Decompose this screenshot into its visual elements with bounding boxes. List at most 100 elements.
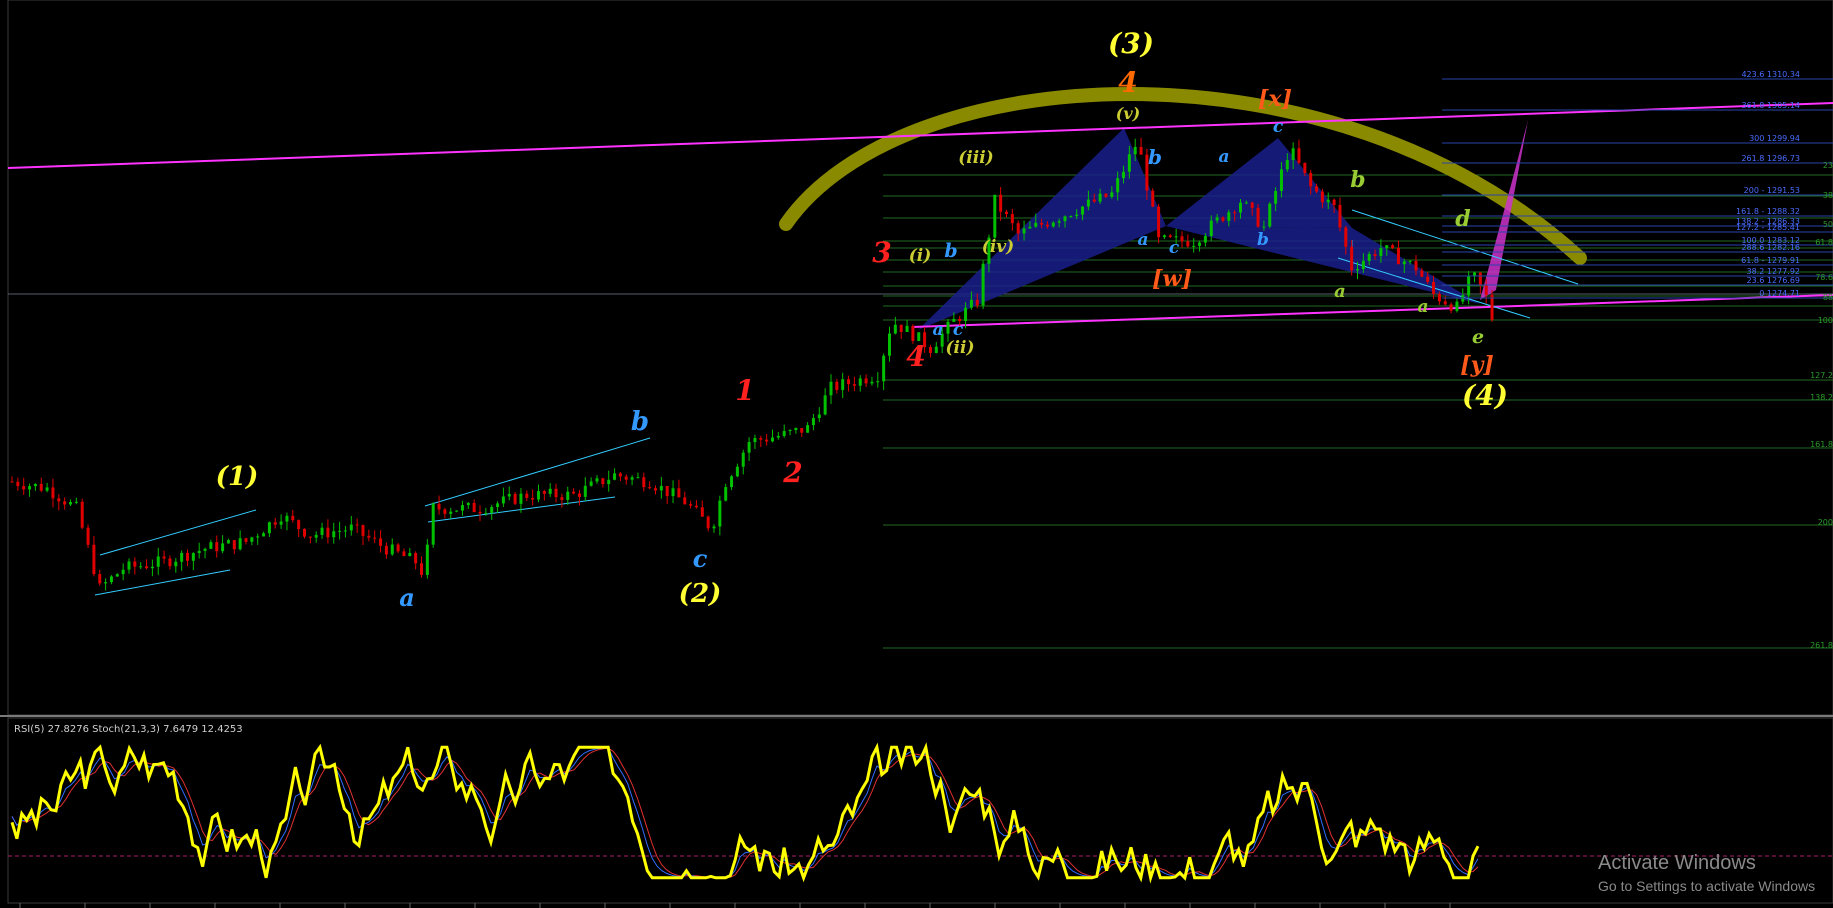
candle-body	[964, 307, 968, 322]
candle-body	[1022, 228, 1026, 234]
candle-body	[589, 481, 593, 486]
candle-body	[712, 526, 716, 529]
candle-body	[888, 333, 891, 356]
candle-body	[1040, 222, 1044, 225]
candle-body	[127, 561, 131, 570]
candle-body	[1244, 202, 1248, 204]
indicator-pane[interactable]	[7, 717, 1833, 904]
candle-body	[209, 542, 213, 549]
candle-body	[1356, 269, 1359, 271]
candle-body	[244, 538, 248, 542]
wave-label: (ii)	[945, 338, 974, 358]
wave-label: b	[1350, 167, 1365, 193]
candle-body	[379, 538, 383, 546]
wave-label: 2	[782, 456, 802, 489]
candle-body	[22, 486, 26, 490]
candle-body	[800, 428, 804, 433]
candle-body	[893, 324, 897, 334]
candle-body	[1297, 148, 1301, 163]
candle-body	[332, 531, 336, 538]
candle-body	[595, 478, 599, 482]
candle-body	[191, 553, 195, 561]
candle-body	[1274, 190, 1278, 204]
candle-body	[1098, 193, 1102, 202]
wave-label: (3)	[1108, 27, 1154, 60]
fib-label: 161.8 - 1288.32	[1736, 207, 1800, 216]
candle-body	[51, 487, 55, 499]
candle-body	[1437, 293, 1441, 302]
candle-body	[57, 498, 61, 502]
candle-body	[630, 477, 634, 480]
edge-label: 78.6	[1815, 273, 1833, 282]
edge-label: 127.2	[1810, 371, 1833, 380]
edge-label: 61.8	[1815, 238, 1833, 247]
candle-body	[484, 512, 488, 514]
fib-label: 300 1299.94	[1749, 134, 1800, 143]
wave-label: (iii)	[958, 148, 993, 168]
candle-body	[478, 512, 482, 514]
candle-body	[1075, 214, 1079, 217]
wave-label: 1	[735, 374, 754, 407]
candle-body	[583, 485, 587, 497]
fib-label: 127.2 - 1285.41	[1736, 223, 1800, 232]
candle-body	[69, 502, 72, 505]
candle-body	[320, 527, 324, 535]
wave-label: a	[1417, 297, 1428, 317]
wave-label: [y]	[1460, 352, 1494, 378]
candle-body	[98, 574, 102, 584]
candle-body	[607, 479, 611, 485]
candle-body	[560, 497, 564, 500]
candle-body	[501, 496, 505, 504]
candle-body	[671, 488, 675, 497]
candle-body	[361, 525, 365, 536]
candle-body	[437, 503, 441, 510]
candle-body	[1063, 216, 1067, 222]
candle-body	[975, 299, 979, 306]
candle-body	[168, 558, 172, 567]
wave-label: (iv)	[982, 237, 1014, 257]
candle-body	[33, 483, 37, 487]
candle-body	[1402, 261, 1406, 265]
candle-body	[759, 438, 763, 440]
candle-body	[1449, 304, 1453, 311]
candle-body	[355, 524, 359, 526]
wave-label: 3	[872, 236, 891, 269]
candle-body	[788, 430, 792, 432]
candle-body	[420, 563, 423, 575]
candle-body	[683, 497, 687, 505]
candle-body	[1081, 206, 1085, 215]
candle-body	[496, 503, 500, 508]
candle-body	[92, 544, 96, 575]
candle-body	[28, 486, 32, 490]
candle-body	[1233, 212, 1237, 214]
wave-label: b	[944, 240, 957, 262]
candle-body	[613, 473, 617, 480]
fib-label: 0 1274.71	[1759, 289, 1800, 298]
candle-body	[115, 574, 119, 577]
candle-body	[466, 502, 470, 506]
candle-body	[16, 481, 20, 487]
wave-label: a	[399, 583, 415, 612]
candle-body	[706, 516, 710, 529]
candle-body	[490, 507, 494, 513]
candle-body	[806, 425, 810, 433]
chart-canvas[interactable]: 423.6 1310.34361.8 1305.14300 1299.94261…	[0, 0, 1833, 908]
candle-body	[858, 378, 862, 386]
candle-body	[1338, 204, 1342, 228]
candle-body	[911, 325, 915, 341]
candle-body	[718, 500, 722, 527]
candle-body	[297, 520, 301, 529]
candle-body	[1367, 254, 1371, 261]
candle-body	[104, 582, 108, 584]
candle-body	[221, 543, 225, 552]
time-axis	[19, 903, 1451, 908]
candle-body	[513, 493, 517, 504]
candle-body	[1086, 199, 1090, 207]
wave-label: c	[953, 320, 964, 340]
candle-body	[384, 545, 388, 555]
wave-label: [w]	[1152, 266, 1192, 292]
fib-label: 38.2 1277.92	[1747, 267, 1800, 276]
candle-body	[765, 439, 769, 442]
candle-body	[835, 381, 839, 390]
candle-body	[654, 488, 657, 491]
